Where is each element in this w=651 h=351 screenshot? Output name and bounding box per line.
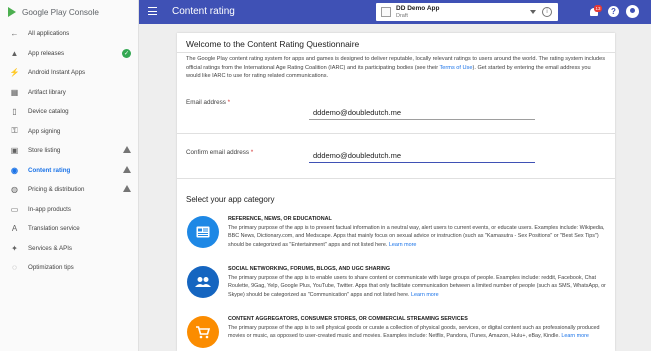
warning-icon	[123, 146, 131, 153]
learn-more-link[interactable]: Learn more	[389, 242, 417, 248]
divider	[177, 52, 615, 53]
library-icon: ▦	[10, 87, 19, 97]
logo[interactable]: Google Play Console	[0, 0, 138, 24]
sidebar-item-label: Content rating	[28, 166, 71, 174]
rocket-icon: ▲	[10, 48, 19, 58]
sidebar-item-app-releases[interactable]: ▲ App releases ✓	[0, 44, 138, 64]
learn-more-link[interactable]: Learn more	[561, 333, 589, 339]
sidebar-item-android-instant-apps[interactable]: ⚡ Android Instant Apps	[0, 63, 138, 83]
page-title: Content rating	[172, 6, 235, 17]
sidebar-item-label: Translation service	[28, 225, 80, 233]
sidebar-item-label: Artifact library	[28, 88, 66, 96]
help-icon[interactable]: ?	[608, 6, 619, 17]
sidebar-item-content-rating[interactable]: ◉ Content rating	[0, 161, 138, 181]
bulb-icon: ◌	[12, 263, 17, 273]
sidebar-item-all-applications[interactable]: ← All applications	[0, 24, 138, 44]
sidebar-item-label: All applications	[28, 30, 70, 38]
people-icon[interactable]	[187, 266, 219, 298]
sidebar-nav: ← All applications ▲ App releases ✓ ⚡ Android …	[0, 24, 138, 278]
app-selector[interactable]: DD Demo App Draft i	[376, 3, 558, 21]
warning-icon	[123, 165, 131, 173]
category-title: REFERENCE, NEWS, OR EDUCATIONAL	[228, 216, 332, 222]
category-title: SOCIAL NETWORKING, FORUMS, BLOGS, AND UG…	[228, 266, 391, 272]
globe-icon: ◍	[11, 185, 18, 195]
status-warning	[123, 185, 131, 192]
status-warning	[123, 146, 131, 153]
notifications-icon[interactable]: 13	[588, 5, 602, 18]
category-title: CONTENT AGGREGATORS, CONSUMER STORES, OR…	[228, 316, 468, 322]
sidebar-item-label: Services & APIs	[28, 244, 73, 252]
news-icon[interactable]	[187, 216, 219, 248]
sidebar-item-app-signing[interactable]: ⚿ App signing	[0, 122, 138, 142]
app-icon	[381, 7, 391, 17]
sidebar-item-device-catalog[interactable]: ▯ Device catalog	[0, 102, 138, 122]
category-heading: Select your app category	[186, 195, 275, 204]
questionnaire-heading: Welcome to the Content Rating Questionna…	[186, 39, 360, 49]
sidebar-item-label: App signing	[28, 127, 61, 135]
warning-icon	[123, 185, 131, 192]
sidebar-item-label: Pricing & distribution	[28, 186, 85, 194]
divider	[177, 178, 615, 179]
email-field[interactable]	[309, 105, 535, 120]
app-name: DD Demo App	[396, 5, 440, 12]
sidebar-item-services-apis[interactable]: ✦ Services & APIs	[0, 239, 138, 259]
cart-icon[interactable]	[187, 316, 219, 348]
notification-badge: 13	[594, 5, 602, 12]
sidebar-item-pricing-distribution[interactable]: ◍ Pricing & distribution	[0, 180, 138, 200]
category-option[interactable]: REFERENCE, NEWS, OR EDUCATIONAL The prima…	[187, 216, 607, 260]
avatar[interactable]	[626, 5, 639, 18]
chevron-down-icon[interactable]	[530, 10, 536, 14]
sidebar-item-optimization-tips[interactable]: ◌ Optimization tips	[0, 258, 138, 278]
email-label-text: Email address	[186, 99, 226, 106]
play-logo-icon	[8, 7, 16, 17]
app-state: Draft	[396, 13, 408, 19]
required-mark: *	[227, 99, 231, 106]
status-warning	[123, 165, 131, 173]
confirm-email-label: Confirm email address *	[186, 149, 253, 156]
required-mark: *	[250, 149, 254, 156]
key-icon: ⚿	[11, 126, 18, 136]
card-icon: ▭	[10, 204, 19, 214]
sidebar-item-label: App releases	[28, 49, 65, 57]
confirm-email-field[interactable]	[309, 148, 535, 163]
sidebar-item-store-listing[interactable]: ▣ Store listing	[0, 141, 138, 161]
questionnaire-card: Welcome to the Content Rating Questionna…	[177, 33, 615, 351]
sidebar-item-label: Store listing	[28, 147, 61, 155]
intro-text: The Google Play content rating system fo…	[186, 55, 606, 81]
instant-app-icon: ⚡	[9, 68, 20, 78]
sidebar: Google Play Console ← All applications ▲ Ap…	[0, 0, 139, 351]
category-description-text: The primary purpose of the app is to sel…	[228, 325, 600, 340]
check-icon: ✓	[122, 48, 131, 58]
email-label: Email address *	[186, 99, 230, 106]
sidebar-item-translation-service[interactable]: A Translation service	[0, 219, 138, 239]
logo-text: Google Play Console	[22, 7, 99, 17]
confirm-label-text: Confirm email address	[186, 149, 249, 156]
sidebar-item-label: In-app products	[28, 205, 71, 213]
arrow-back-icon: ←	[10, 29, 19, 39]
category-description: The primary purpose of the app is to pre…	[228, 224, 606, 249]
rating-icon: ◉	[11, 165, 18, 175]
menu-icon[interactable]	[148, 7, 157, 15]
top-bar: Content rating DD Demo App Draft i 13 ?	[139, 0, 651, 24]
category-option[interactable]: SOCIAL NETWORKING, FORUMS, BLOGS, AND UG…	[187, 266, 607, 310]
category-option[interactable]: CONTENT AGGREGATORS, CONSUMER STORES, OR…	[187, 316, 607, 351]
terms-link[interactable]: Terms of Use	[440, 65, 473, 71]
status-complete: ✓	[122, 48, 131, 58]
sidebar-item-label: Optimization tips	[28, 264, 74, 272]
sidebar-item-label: Device catalog	[28, 108, 69, 116]
translate-icon: A	[11, 224, 18, 234]
services-icon: ✦	[11, 243, 18, 253]
sidebar-item-artifact-library[interactable]: ▦ Artifact library	[0, 83, 138, 103]
device-icon: ▯	[12, 107, 17, 117]
learn-more-link[interactable]: Learn more	[411, 292, 439, 298]
sidebar-item-label: Android Instant Apps	[28, 69, 86, 77]
category-description: The primary purpose of the app is to sel…	[228, 324, 606, 341]
category-description: The primary purpose of the app is to ena…	[228, 274, 606, 299]
store-icon: ▣	[10, 146, 19, 156]
info-icon[interactable]: i	[542, 7, 552, 17]
divider	[177, 133, 615, 134]
sidebar-item-in-app-products[interactable]: ▭ In-app products	[0, 200, 138, 220]
